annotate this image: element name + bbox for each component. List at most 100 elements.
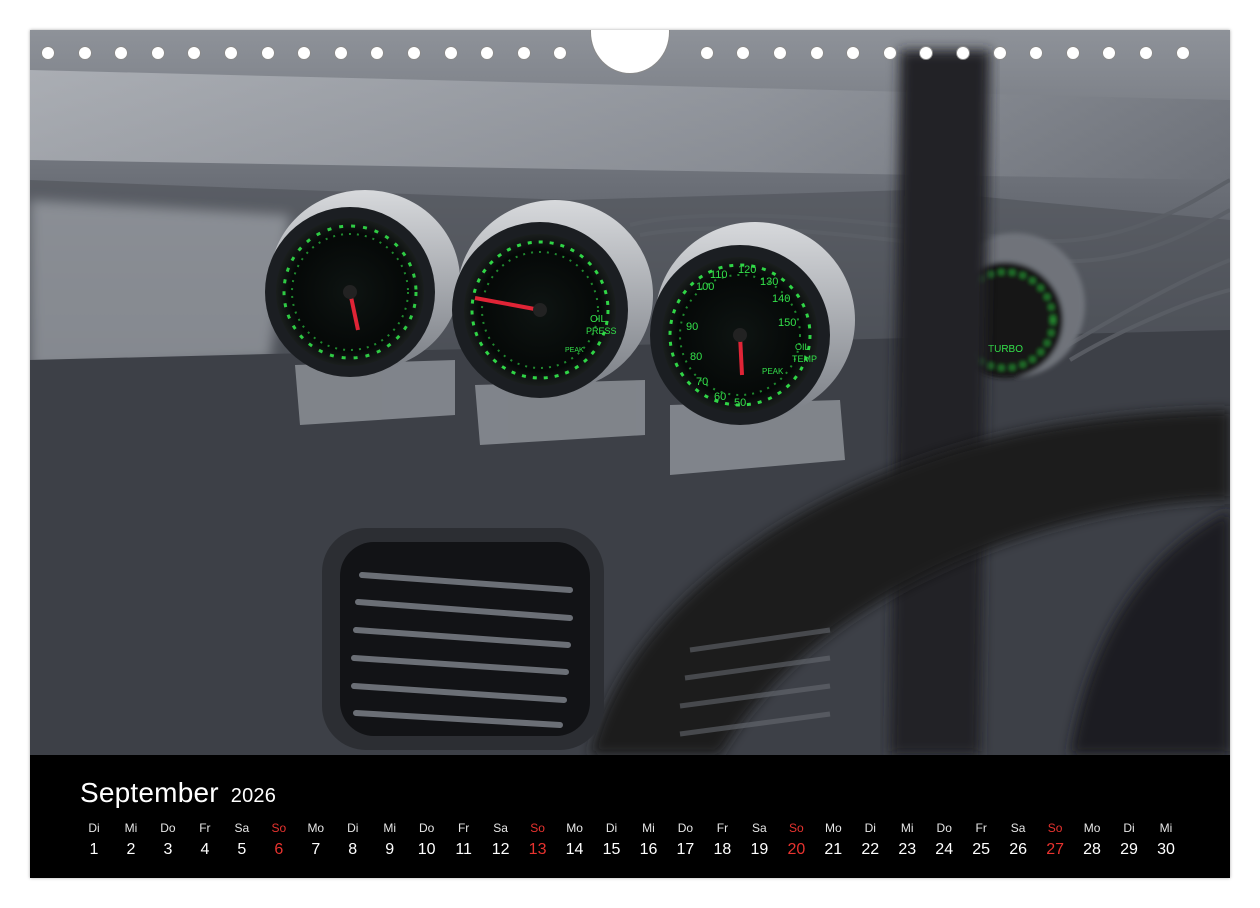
gauge-3-tick-140: 140: [772, 293, 790, 305]
day-number: 14: [565, 841, 584, 858]
day-number: 9: [385, 841, 395, 858]
day-cell: Di 22: [852, 819, 888, 861]
day-cell: Mi 16: [630, 819, 666, 861]
weekday-label: Di: [88, 821, 100, 835]
day-cell: Mo 28: [1074, 819, 1110, 861]
day-number: 24: [935, 841, 954, 858]
month-name: September: [80, 777, 219, 808]
calendar-strip: September 2026 Di 1 Mi 2 Do 3 Fr 4 Sa 5 So 6 Mo 7 Di 8 M…: [30, 755, 1230, 878]
binding-hole: [333, 46, 348, 60]
weekday-label: Mi: [383, 821, 397, 835]
weekday-label: So: [271, 821, 287, 835]
binding-hole: [187, 46, 202, 60]
weekday-label: Mi: [124, 821, 138, 835]
day-number: 30: [1157, 841, 1175, 858]
day-number: 19: [750, 841, 769, 858]
day-cell: Di 15: [594, 819, 630, 861]
binding-hole: [480, 46, 495, 60]
weekday-label: Mi: [1159, 821, 1173, 835]
day-cell: Mo 21: [815, 819, 851, 861]
binding-hole: [370, 46, 385, 60]
day-cell: Sa 5: [224, 819, 260, 861]
gauge-3-tick-50: 50: [734, 397, 746, 409]
day-cell: Do 24: [926, 819, 962, 861]
weekday-label: Di: [1123, 821, 1135, 835]
binding-hole: [443, 46, 458, 60]
calendar-page: OIL PRESS PEAK 110 120 130 140 150 100 9…: [30, 30, 1230, 878]
day-number: 29: [1120, 841, 1138, 858]
day-number: 1: [89, 841, 99, 858]
weekday-label: Di: [605, 821, 618, 835]
day-number: 2: [126, 841, 136, 858]
gauge-3-tick-110: 110: [710, 269, 728, 281]
day-number: 6: [274, 841, 284, 858]
gauge-3-tick-60: 60: [714, 391, 726, 403]
binding-hole: [1102, 46, 1117, 60]
day-cell: Di 8: [335, 819, 371, 861]
weekday-label: Do: [936, 821, 952, 835]
binding-hole: [77, 46, 92, 60]
day-cell: Do 10: [409, 819, 445, 861]
day-number: 15: [602, 841, 621, 858]
binding-hole: [407, 46, 421, 60]
day-cell: Mo 7: [298, 819, 334, 861]
weekday-label: Sa: [1010, 821, 1026, 835]
binding-hole: [224, 46, 238, 60]
binding-hole: [260, 46, 275, 60]
gauge-2-label-peak: PEAK: [565, 347, 584, 354]
day-row: Di 1 Mi 2 Do 3 Fr 4 Sa 5 So 6 Mo 7 Di 8 Mi 9 Do 10 Fr 11 Sa 12 S…: [30, 819, 1230, 869]
day-cell: Fr 11: [446, 819, 482, 861]
day-cell: So 27: [1037, 819, 1073, 861]
weekday-label: So: [1047, 821, 1063, 835]
day-cell: Fr 25: [963, 819, 999, 861]
gauge-3-tick-120: 120: [738, 264, 756, 276]
day-cell: Fr 18: [704, 819, 740, 861]
gauge-3-tick-70: 70: [696, 376, 708, 388]
day-number: 12: [491, 841, 510, 858]
weekday-label: Mi: [642, 821, 655, 835]
spiral-binding: [30, 30, 1230, 76]
binding-hole: [919, 46, 934, 60]
day-number: 5: [237, 841, 247, 858]
weekday-label: Di: [347, 821, 359, 835]
binding-hole: [882, 46, 897, 60]
day-cell: Di 1: [76, 819, 112, 861]
day-number: 16: [639, 841, 658, 858]
day-number: 20: [787, 841, 806, 858]
day-cell: Mi 9: [372, 819, 408, 861]
gauge-3-label-oil: OIL: [795, 342, 810, 352]
day-cell: So 20: [778, 819, 814, 861]
day-number: 13: [528, 841, 547, 858]
weekday-label: Do: [419, 821, 435, 835]
binding-hole: [553, 46, 568, 60]
gauge-3-label-peak: PEAK: [762, 367, 784, 376]
day-cell: Mi 23: [889, 819, 925, 861]
weekday-label: Di: [864, 821, 876, 835]
day-number: 3: [163, 841, 173, 858]
weekday-label: Mo: [1083, 821, 1101, 835]
gauge-3-label-temp: TEMP: [792, 354, 817, 364]
binding-hole: [114, 46, 129, 60]
binding-hole: [297, 46, 312, 60]
gauge-4-label-turbo: TURBO: [988, 344, 1023, 355]
day-cell: Sa 26: [1000, 819, 1036, 861]
day-cell: Mi 2: [113, 819, 149, 861]
gauge-3-tick-150: 150: [778, 317, 796, 329]
day-cell: Mi 30: [1148, 819, 1184, 861]
day-cell: Sa 19: [741, 819, 777, 861]
day-cell: Do 17: [667, 819, 703, 861]
day-number: 23: [898, 841, 917, 858]
binding-hole: [736, 46, 751, 60]
day-cell: So 6: [261, 819, 297, 861]
day-number: 28: [1083, 841, 1101, 858]
gauge-2-label-press: PRESS: [586, 326, 617, 336]
binding-hole: [956, 46, 970, 60]
dashboard-illustration: OIL PRESS PEAK 110 120 130 140 150 100 9…: [30, 30, 1230, 755]
gauge-2-label-oil: OIL: [590, 314, 607, 325]
dashboard-photo: OIL PRESS PEAK 110 120 130 140 150 100 9…: [30, 30, 1230, 755]
month-title: September 2026: [80, 777, 276, 809]
gauge-3-tick-80: 80: [690, 351, 702, 363]
weekday-label: Fr: [199, 821, 211, 835]
binding-hole: [150, 46, 165, 60]
binding-hole: [992, 46, 1007, 60]
